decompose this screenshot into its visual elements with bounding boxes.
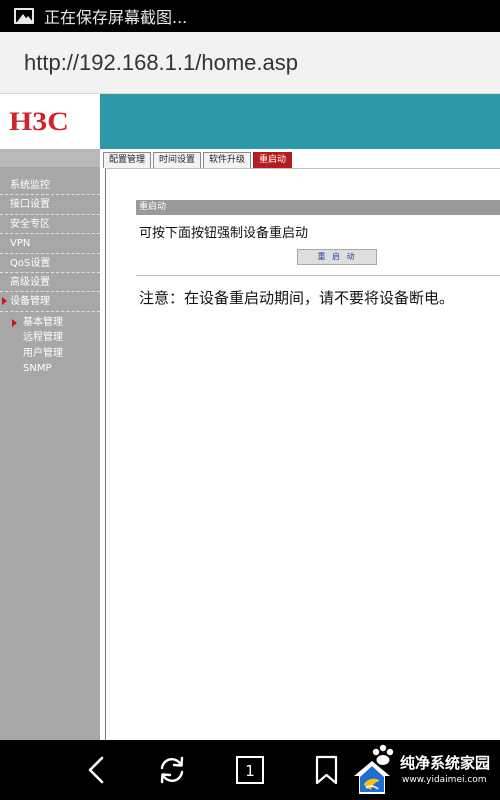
router-admin-page: H3C 系统监控 接口设置 安全专区 VPN QoS设置 高级设置 设备管理 基…: [0, 94, 500, 740]
status-notification-text: 正在保存屏幕截图...: [44, 8, 188, 27]
sidebar-subitem-remote[interactable]: 远程管理: [0, 330, 100, 346]
back-icon[interactable]: [80, 754, 114, 786]
url-text[interactable]: http://192.168.1.1/home.asp: [24, 50, 298, 76]
watermark-logo-icon: [354, 761, 390, 794]
sidebar-subitem-users[interactable]: 用户管理: [0, 346, 100, 362]
reboot-description: 可按下面按钮强制设备重启动: [139, 226, 309, 241]
watermark: 纯净系统家园 www.yidaimei.com: [348, 744, 500, 798]
tab-count: 1: [245, 762, 255, 780]
sidebar-menu: 系统监控 接口设置 安全专区 VPN QoS设置 高级设置 设备管理 基本管理 …: [0, 176, 100, 377]
sidebar-item-qos[interactable]: QoS设置: [0, 254, 100, 273]
warning-note: 注意：在设备重启动期间，请不要将设备断电。: [139, 289, 455, 307]
sidebar-item-device-management[interactable]: 设备管理: [0, 292, 100, 312]
status-bar: 正在保存屏幕截图...: [0, 0, 500, 32]
sidebar-item-security[interactable]: 安全专区: [0, 215, 100, 235]
content-panel: 重启动 可按下面按钮强制设备重启动 重 启 动 注意：在设备重启动期间，请不要将…: [105, 168, 500, 740]
reboot-button[interactable]: 重 启 动: [297, 249, 377, 265]
sidebar-item-vpn[interactable]: VPN: [0, 234, 100, 254]
url-bar[interactable]: http://192.168.1.1/home.asp: [0, 32, 500, 94]
tab-time-settings[interactable]: 时间设置: [153, 152, 202, 168]
sidebar-subitem-basic[interactable]: 基本管理: [0, 315, 100, 331]
bookmark-icon[interactable]: [310, 754, 344, 786]
tab-software-upgrade[interactable]: 软件升级: [203, 152, 252, 168]
watermark-url: www.yidaimei.com: [402, 775, 487, 785]
tab-bar: 配置管理 时间设置 软件升级 重启动: [100, 149, 500, 168]
refresh-icon[interactable]: [155, 754, 189, 786]
tab-config-management[interactable]: 配置管理: [103, 152, 152, 168]
sidebar-item-interface[interactable]: 接口设置: [0, 195, 100, 215]
sidebar-submenu: 基本管理 远程管理 用户管理 SNMP: [0, 312, 100, 377]
sidebar-subitem-snmp[interactable]: SNMP: [0, 361, 100, 377]
header-band: [100, 94, 500, 149]
section-title: 重启动: [136, 200, 500, 215]
sidebar-item-system-monitor[interactable]: 系统监控: [0, 176, 100, 196]
watermark-title: 纯净系统家园: [400, 754, 491, 772]
tab-reboot[interactable]: 重启动: [253, 152, 293, 168]
sidebar-item-advanced[interactable]: 高级设置: [0, 273, 100, 293]
tabs-icon[interactable]: 1: [233, 754, 267, 786]
screenshot-image-icon: [14, 8, 34, 24]
divider: [136, 275, 500, 276]
h3c-logo: H3C: [0, 94, 100, 149]
